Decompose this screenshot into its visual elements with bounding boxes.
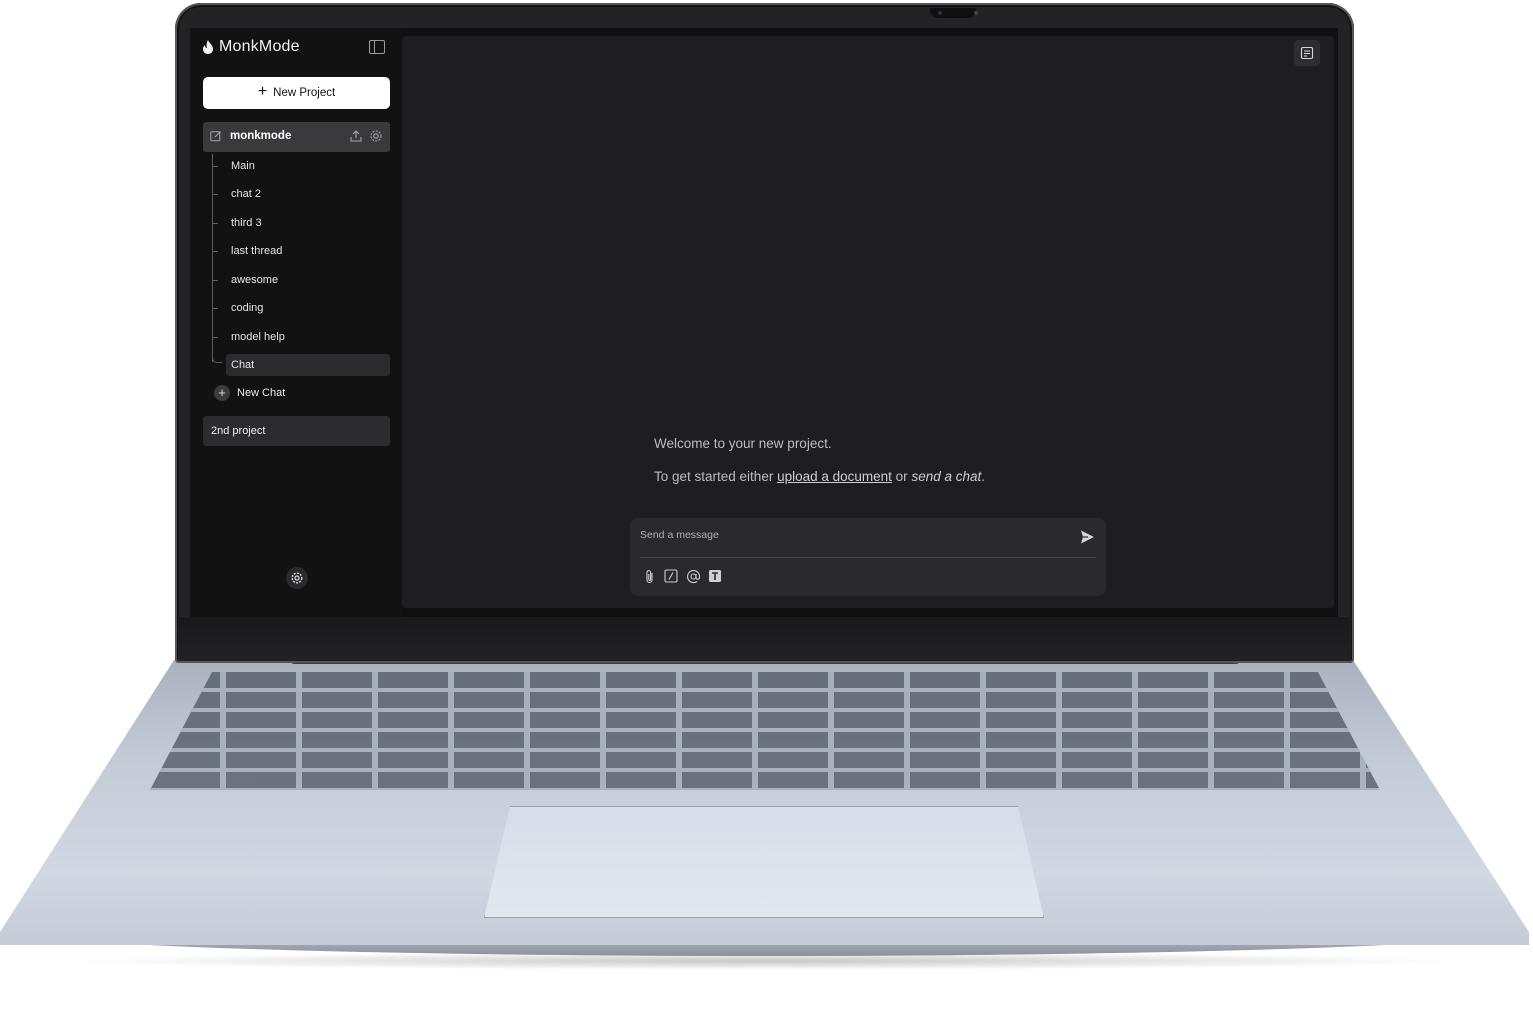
app-window: MonkMode + New Project monkmode Main cha… (190, 28, 1338, 617)
thread-item[interactable]: coding (213, 297, 390, 319)
notes-icon (1300, 46, 1314, 60)
text-format-icon[interactable] (707, 568, 723, 584)
upload-document-link[interactable]: upload a document (777, 469, 892, 484)
sidebar: MonkMode + New Project monkmode Main cha… (190, 28, 402, 617)
project-item-2nd-project[interactable]: 2nd project (203, 416, 390, 446)
thread-tree-corner (212, 354, 222, 363)
edit-icon[interactable] (210, 130, 222, 142)
flame-icon (203, 40, 213, 54)
screen-bezel-bottom (178, 617, 1351, 661)
thread-tree-line (212, 154, 213, 362)
new-chat-label: New Chat (237, 387, 286, 399)
composer-divider (640, 557, 1096, 558)
slash-command-icon[interactable] (663, 568, 679, 584)
thread-item[interactable]: model help (213, 326, 390, 348)
webcam (930, 8, 978, 18)
main-panel: Welcome to your new project. To get star… (402, 36, 1334, 608)
new-chat-button[interactable]: + New Chat (214, 385, 285, 401)
message-composer (630, 518, 1106, 596)
thread-item[interactable]: Main (213, 155, 390, 177)
thread-item-active[interactable]: Chat (226, 354, 390, 376)
plus-icon: + (257, 83, 268, 100)
trackpad (484, 806, 1044, 918)
message-input[interactable] (640, 526, 1060, 544)
project-settings-icon[interactable] (369, 129, 383, 143)
mention-icon[interactable] (685, 568, 701, 584)
app-name: MonkMode (219, 38, 300, 55)
gear-icon (291, 572, 303, 584)
plus-circle-icon: + (214, 385, 230, 401)
new-project-button[interactable]: + New Project (203, 77, 390, 109)
thread-item[interactable]: awesome (213, 269, 390, 291)
project-item-monkmode[interactable]: monkmode (203, 122, 390, 152)
notes-button[interactable] (1294, 40, 1320, 66)
thread-item[interactable]: last thread (213, 240, 390, 262)
send-icon[interactable] (1078, 528, 1096, 546)
new-project-label: New Project (273, 87, 336, 99)
keyboard-rows (150, 672, 1380, 790)
thread-item[interactable]: chat 2 (213, 183, 390, 205)
brand: MonkMode (202, 38, 300, 56)
settings-button[interactable] (286, 567, 308, 589)
project-name: monkmode (230, 130, 292, 142)
share-icon[interactable] (349, 129, 363, 143)
send-chat-link[interactable]: send a chat (911, 469, 981, 484)
sidebar-toggle-icon[interactable] (369, 40, 385, 54)
getting-started-message: To get started either upload a document … (654, 469, 986, 484)
welcome-message: Welcome to your new project. (654, 436, 832, 451)
paperclip-icon[interactable] (642, 568, 658, 584)
thread-item[interactable]: third 3 (213, 212, 390, 234)
